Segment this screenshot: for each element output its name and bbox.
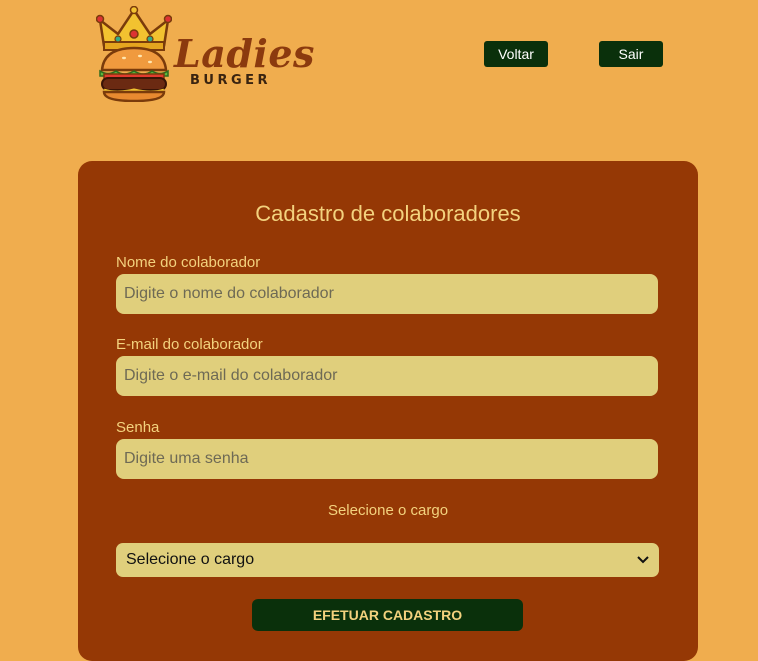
- chevron-down-icon: [637, 556, 649, 564]
- logo[interactable]: Ladies BURGER: [96, 6, 314, 106]
- role-select[interactable]: Selecione o cargo: [116, 543, 659, 577]
- form-title: Cadastro de colaboradores: [255, 201, 521, 226]
- logo-title: Ladies: [174, 31, 315, 76]
- name-input[interactable]: [116, 274, 658, 314]
- email-input[interactable]: [116, 356, 658, 396]
- role-label: Selecione o cargo: [327, 502, 449, 519]
- role-selected-value: Selecione o cargo: [126, 551, 255, 568]
- email-label: E-mail do colaborador: [116, 336, 263, 353]
- header: Ladies BURGER Voltar Sair: [0, 0, 758, 110]
- password-label: Senha: [116, 419, 160, 436]
- registration-card: Cadastro de colaboradores Nome do colabo…: [78, 161, 698, 661]
- exit-button[interactable]: Sair: [599, 41, 663, 67]
- logo-subtitle: BURGER: [190, 73, 272, 88]
- submit-button[interactable]: EFETUAR CADASTRO: [252, 599, 523, 631]
- password-input[interactable]: [116, 439, 658, 479]
- logo-text: Ladies BURGER: [174, 34, 315, 88]
- back-button[interactable]: Voltar: [484, 41, 548, 67]
- name-label: Nome do colaborador: [116, 254, 261, 271]
- burger-crown-icon: [96, 6, 172, 102]
